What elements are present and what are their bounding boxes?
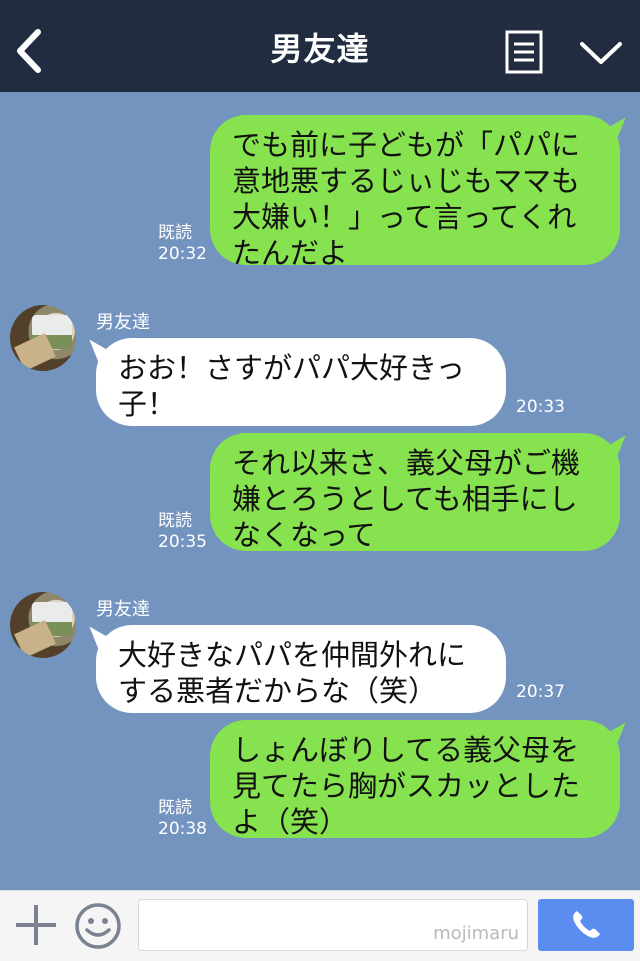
smile-icon[interactable] — [74, 902, 122, 950]
message-row: 既読 20:32 でも前に子どもが「パパに 意地悪するじぃじもママも 大嫌い！」… — [0, 115, 640, 270]
call-button[interactable] — [538, 899, 634, 951]
chat-title: 男友達 — [270, 30, 370, 68]
message-bubble-incoming[interactable]: おお！さすがパパ大好きっ 子！ — [96, 338, 506, 426]
read-label: 既読 — [158, 223, 192, 243]
sender-name: 男友達 — [96, 599, 150, 620]
avatar[interactable] — [10, 592, 76, 658]
read-label: 既読 — [158, 798, 192, 818]
message-bubble-outgoing[interactable]: しょんぼりしてる義父母を 見てたら胸がスカッとした よ（笑） — [210, 720, 620, 839]
message-row: 既読 20:38 しょんぼりしてる義父母を 見てたら胸がスカッとした よ（笑） — [0, 720, 640, 840]
message-input[interactable]: mojimaru — [138, 899, 528, 951]
read-receipt: 既読 20:32 — [158, 223, 207, 265]
read-receipt: 既読 20:35 — [158, 511, 207, 553]
phone-icon — [573, 911, 600, 938]
message-bubble-outgoing[interactable]: でも前に子どもが「パパに 意地悪するじぃじもママも 大嫌い！」って言ってくれ た… — [210, 115, 620, 270]
input-bar: mojimaru — [0, 890, 640, 961]
timestamp: 20:33 — [516, 397, 565, 417]
avatar[interactable] — [10, 305, 76, 371]
message-row: 既読 20:35 それ以来さ、義父母がご機 嫌とろうとしても相手にし なくなって — [0, 433, 640, 553]
plus-icon[interactable] — [14, 903, 58, 947]
timestamp: 20:38 — [158, 819, 207, 839]
message-bubble-outgoing[interactable]: それ以来さ、義父母がご機 嫌とろうとしても相手にし なくなって — [210, 433, 620, 552]
timestamp: 20:37 — [516, 682, 565, 702]
read-receipt: 既読 20:38 — [158, 798, 207, 840]
message-row: 男友達 おお！さすがパパ大好きっ 子！ 20:33 — [0, 305, 640, 430]
message-bubble-incoming[interactable]: 大好きなパパを仲間外れに する悪者だからな（笑） — [96, 625, 506, 713]
chevron-down-icon[interactable] — [578, 38, 624, 68]
watermark: mojimaru — [433, 923, 519, 944]
header-bar: 男友達 — [0, 0, 640, 92]
menu-icon[interactable] — [505, 30, 543, 74]
message-row: 男友達 大好きなパパを仲間外れに する悪者だからな（笑） 20:37 — [0, 592, 640, 717]
timestamp: 20:32 — [158, 244, 207, 264]
sender-name: 男友達 — [96, 312, 150, 333]
read-label: 既読 — [158, 511, 192, 531]
timestamp: 20:35 — [158, 532, 207, 552]
